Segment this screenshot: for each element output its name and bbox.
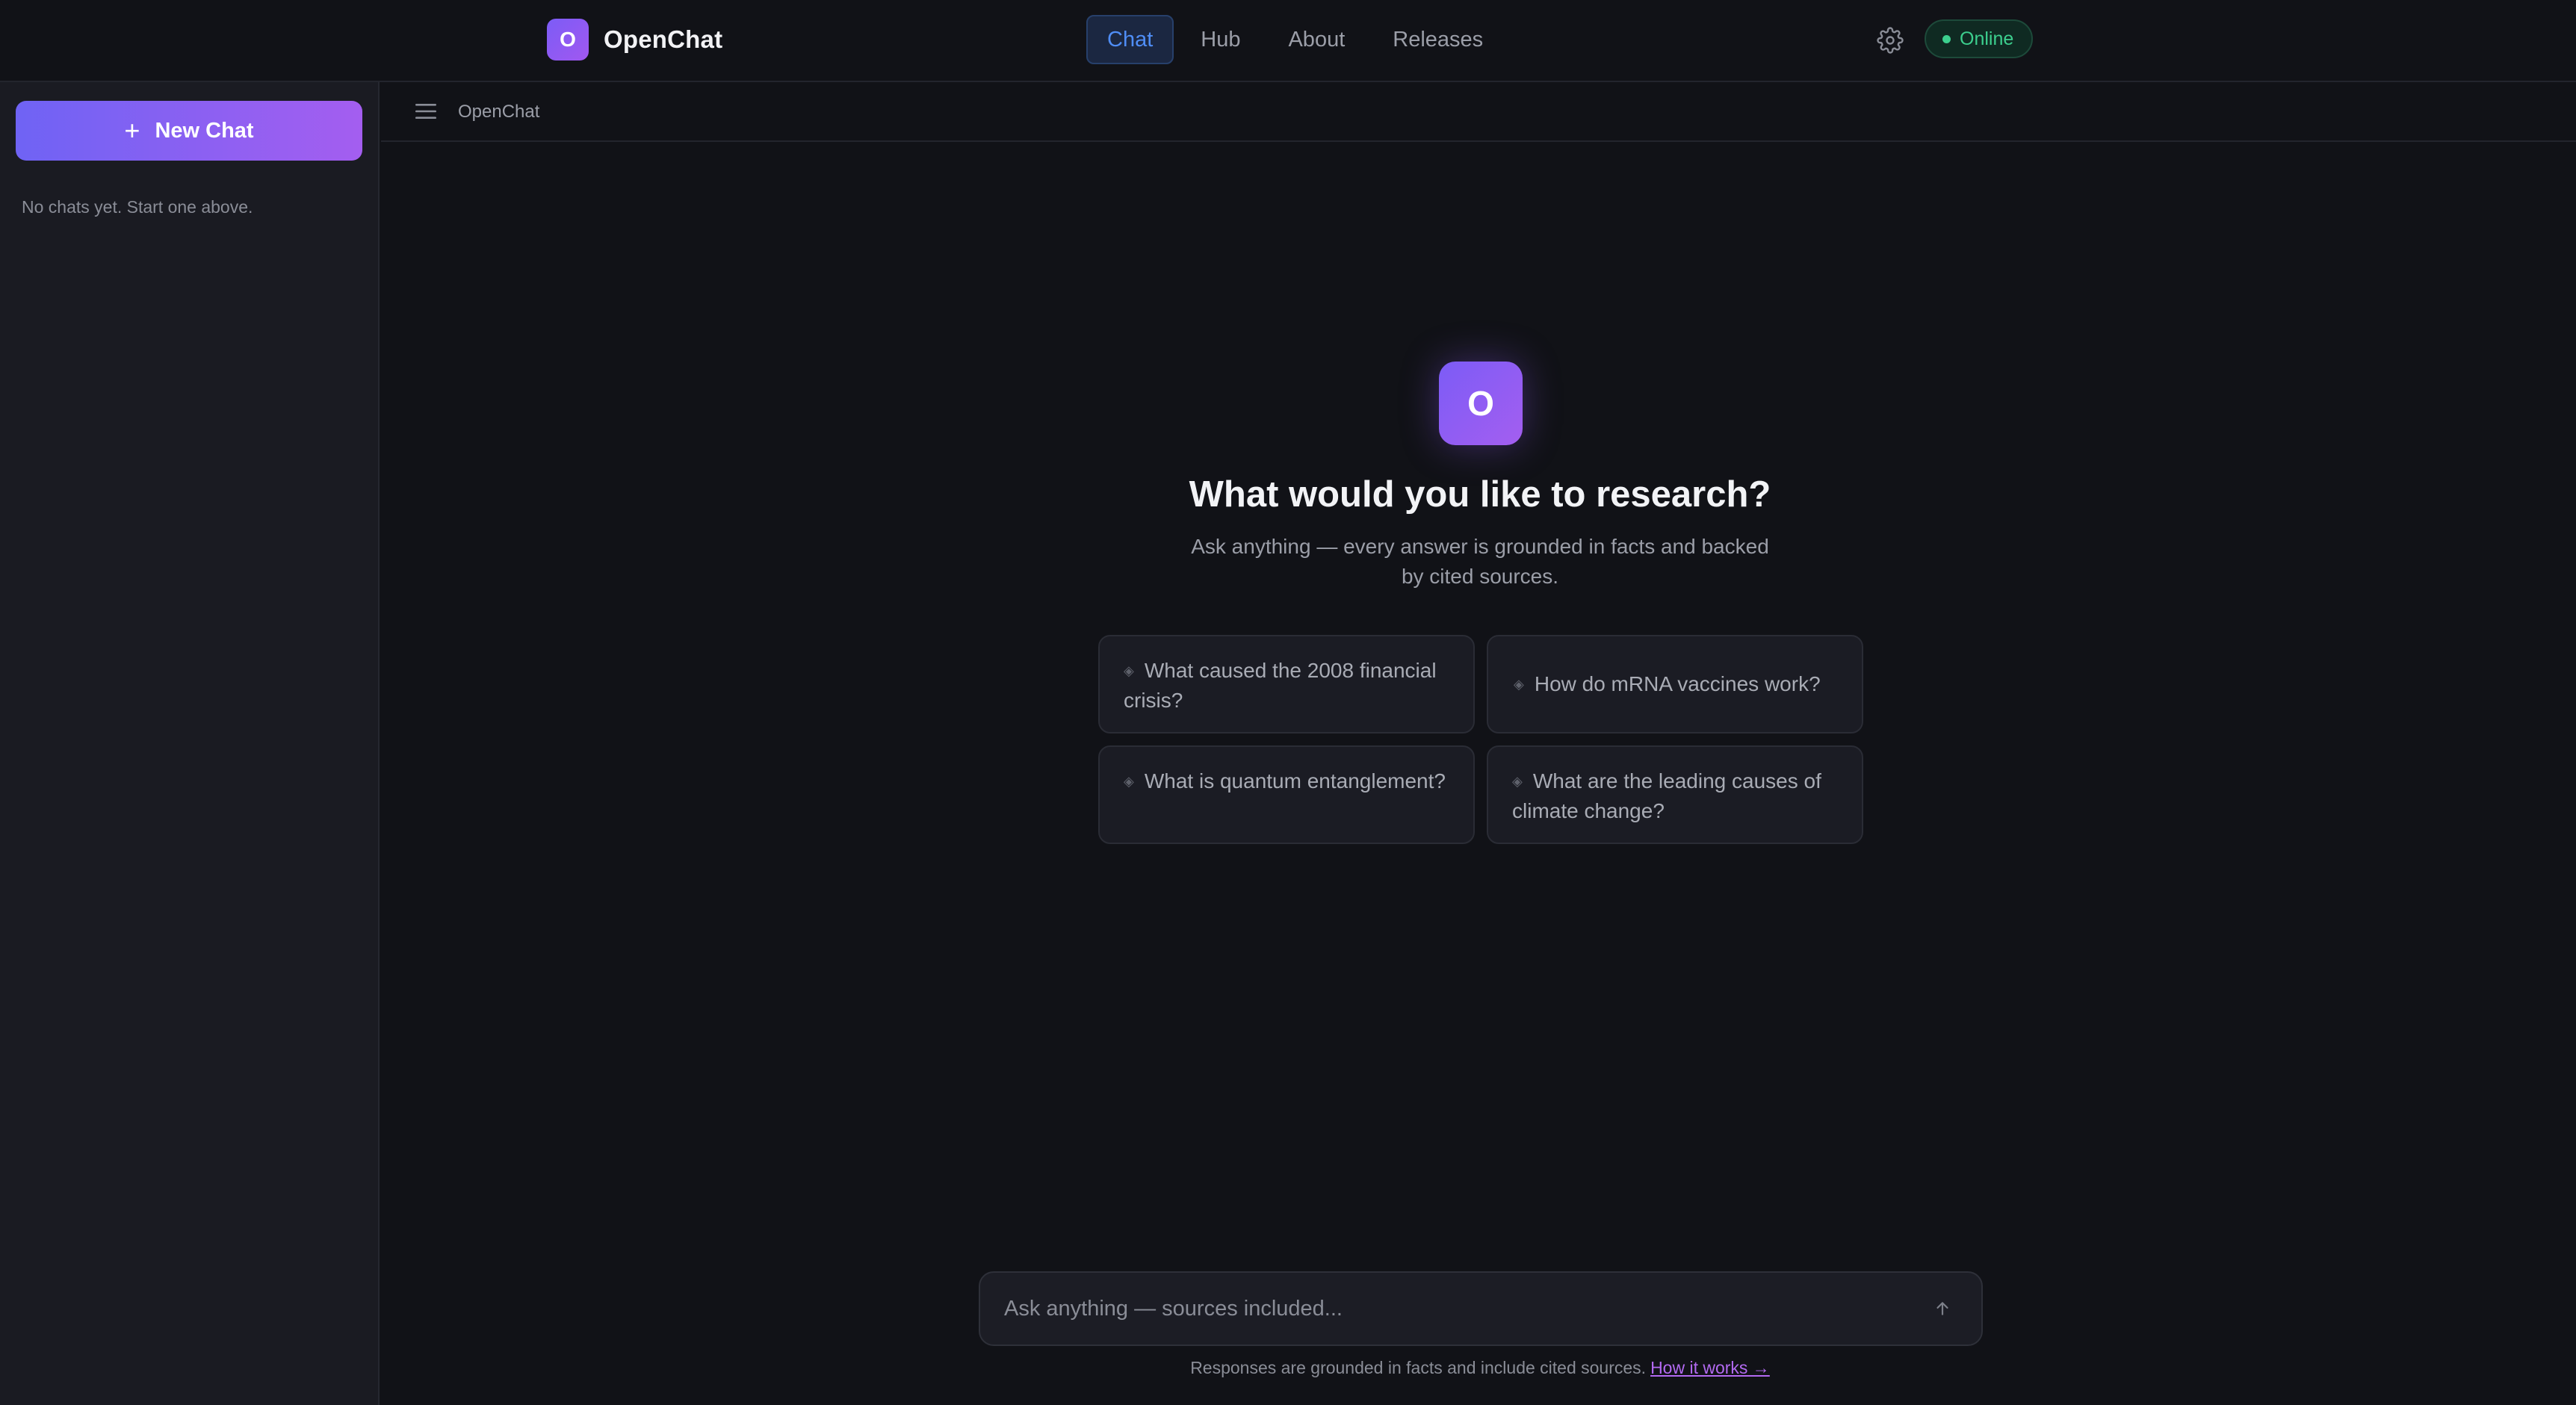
suggestion-card-financial-crisis[interactable]: ◈ What caused the 2008 financial crisis?: [1098, 635, 1475, 733]
suggestion-card-mrna-vaccines[interactable]: ◈ How do mRNA vaccines work?: [1487, 635, 1863, 733]
breadcrumb-bar: OpenChat: [381, 82, 2576, 142]
gear-icon[interactable]: [1877, 27, 1904, 54]
nav-item-releases[interactable]: Releases: [1372, 15, 1504, 64]
suggestion-card-quantum-entanglement[interactable]: ◈ What is quantum entanglement?: [1098, 745, 1475, 844]
menu-icon[interactable]: [415, 103, 436, 120]
page-subtitle: Ask anything — every answer is grounded …: [1191, 535, 1769, 588]
status-badge: Online: [1925, 19, 2034, 58]
footer-disclaimer: Responses are grounded in facts and incl…: [381, 1358, 2576, 1378]
diamond-icon: ◈: [1124, 774, 1134, 789]
chat-input[interactable]: [1004, 1273, 1901, 1344]
composer: [979, 1271, 1983, 1346]
diamond-icon: ◈: [1514, 677, 1524, 692]
main-nav: Chat Hub About Releases: [1086, 15, 1510, 64]
status-dot-icon: [1942, 34, 1951, 43]
new-chat-label: New Chat: [155, 118, 254, 143]
page-title: What would you like to research?: [1189, 474, 1771, 515]
disclaimer-text: Responses are grounded in facts and incl…: [1190, 1358, 1647, 1377]
status-label: Online: [1960, 28, 2014, 49]
suggestion-text: What are the leading causes of climate c…: [1512, 769, 1821, 822]
suggestion-text: How do mRNA vaccines work?: [1534, 672, 1821, 695]
how-it-works-link[interactable]: How it works →: [1650, 1358, 1770, 1377]
nav-item-hub[interactable]: Hub: [1180, 15, 1261, 64]
nav-item-about[interactable]: About: [1267, 15, 1366, 64]
brand[interactable]: O OpenChat: [547, 19, 722, 61]
diamond-icon: ◈: [1124, 663, 1134, 678]
plus-icon: +: [124, 115, 140, 146]
breadcrumb: OpenChat: [458, 102, 540, 122]
nav-item-chat[interactable]: Chat: [1086, 15, 1174, 64]
new-chat-button[interactable]: + New Chat: [16, 101, 362, 161]
suggestion-card-climate-change[interactable]: ◈ What are the leading causes of climate …: [1487, 745, 1863, 844]
top-bar: O OpenChat Chat Hub About Releases Onlin…: [0, 0, 2576, 82]
empty-chats-note: No chats yet. Start one above.: [22, 197, 253, 217]
suggestion-text: What caused the 2008 financial crisis?: [1124, 659, 1437, 712]
send-arrow-icon[interactable]: [1928, 1294, 1957, 1324]
hero-logo: O: [1439, 362, 1523, 445]
suggestion-text: What is quantum entanglement?: [1144, 769, 1446, 793]
diamond-icon: ◈: [1512, 774, 1523, 789]
sidebar: + New Chat No chats yet. Start one above…: [0, 82, 380, 1405]
app-name: OpenChat: [604, 25, 723, 53]
app-logo: O: [547, 19, 589, 61]
main-panel: OpenChat O What would you like to resear…: [381, 82, 2576, 1405]
